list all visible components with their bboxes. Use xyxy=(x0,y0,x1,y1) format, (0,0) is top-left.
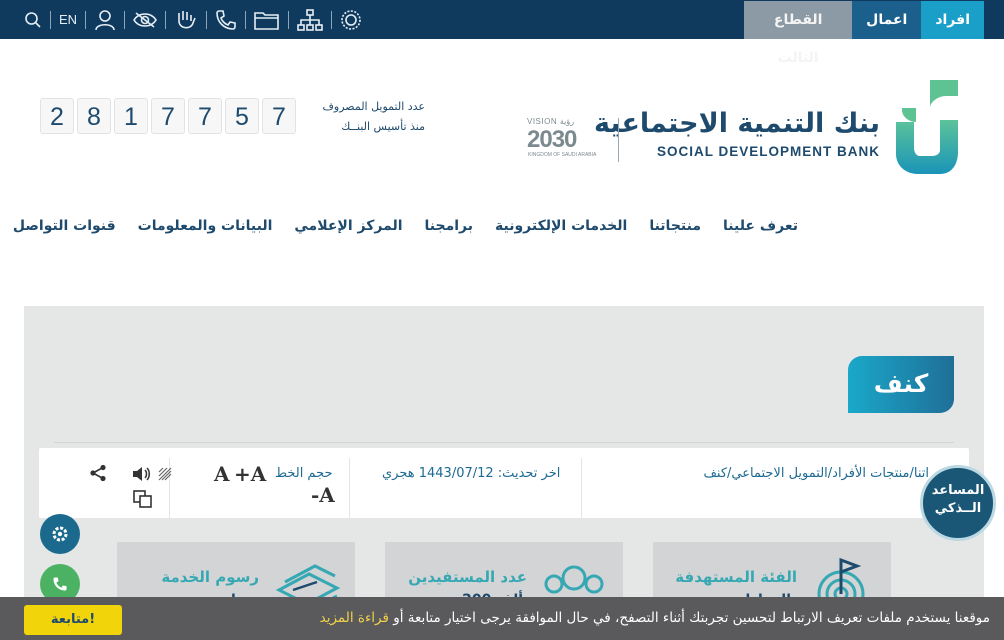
nav-contact-channels[interactable]: قنوات التواصل xyxy=(13,218,116,234)
breadcrumb[interactable]: اتنا/منتجات الأفراد/التمويل الاجتماعي/كن… xyxy=(703,466,929,481)
nav-programs[interactable]: برامجنا xyxy=(425,218,474,234)
toolbar-divider xyxy=(288,10,290,29)
counter-digit: 2 xyxy=(40,98,74,134)
tab-business[interactable]: اعمال xyxy=(852,1,922,39)
font-decrease-button[interactable]: -A xyxy=(311,483,335,507)
cookie-text: موقعنا يستخدم ملفات تعريف الارتباط لتحسي… xyxy=(393,610,990,626)
counter-digit: 1 xyxy=(114,98,148,134)
bank-name-english: SOCIAL DEVELOPMENT BANK xyxy=(656,144,880,159)
bank-name-arabic: بنك التنمية الاجتماعية xyxy=(594,108,880,139)
speaker-icon[interactable] xyxy=(131,465,151,487)
assistant-line1: المساعد xyxy=(931,483,985,498)
font-increase-button[interactable]: +A xyxy=(234,462,266,486)
counter-digit: 8 xyxy=(77,98,111,134)
gear-icon xyxy=(52,526,68,542)
main-navigation: تعرف علينا منتجاتنا الخدمات الإلكترونية … xyxy=(13,218,798,234)
financing-counter: 2 8 1 7 7 5 7 xyxy=(40,98,296,134)
toolbar-divider xyxy=(165,10,167,29)
font-reset-button[interactable]: A xyxy=(214,462,230,486)
tab-third-sector[interactable]: القطاع الثالث xyxy=(744,1,853,66)
main-content: كنف اتنا/منتجات الأفراد/التمويل الاجتماع… xyxy=(24,306,984,640)
vision-2030-logo: VISION رؤية 2030 KINGDOM OF SAUDI ARABIA xyxy=(527,117,597,163)
card-title: الفئة المستهدفة xyxy=(675,568,797,586)
toolbar-divider xyxy=(245,10,247,29)
audio-wave-icon[interactable] xyxy=(157,464,173,486)
nav-media-center[interactable]: المركز الإعلامي xyxy=(294,218,402,234)
nav-about[interactable]: تعرف علينا xyxy=(723,218,798,234)
sitemap-icon[interactable] xyxy=(297,0,323,39)
counter-digit: 5 xyxy=(225,98,259,134)
search-icon[interactable] xyxy=(24,0,42,39)
sign-language-icon[interactable] xyxy=(174,0,198,39)
bank-logo[interactable] xyxy=(894,78,960,176)
user-icon[interactable] xyxy=(94,0,116,39)
eye-off-icon[interactable] xyxy=(133,0,158,39)
counter-digit: 7 xyxy=(151,98,185,134)
nav-e-services[interactable]: الخدمات الإلكترونية xyxy=(495,218,627,234)
last-updated: اخر تحديث: 1443/07/12 هجري xyxy=(382,466,561,481)
audience-tabs: افراد اعمال القطاع الثالث xyxy=(744,1,984,66)
counter-digit: 7 xyxy=(262,98,296,134)
folder-icon[interactable] xyxy=(254,0,280,39)
vision-top-text: VISION رؤية xyxy=(527,117,575,126)
share-icon[interactable] xyxy=(89,464,107,486)
cookie-consent-bar: موقعنا يستخدم ملفات تعريف الارتباط لتحسي… xyxy=(0,597,1004,640)
page-title: كنف xyxy=(848,356,954,413)
vision-year: 2030 xyxy=(527,126,577,153)
toolbar-divider xyxy=(124,10,126,29)
cookie-accept-button[interactable]: متابعة! xyxy=(24,605,122,635)
content-divider xyxy=(54,442,954,443)
toolbar-divider xyxy=(85,10,87,29)
nav-data[interactable]: البيانات والمعلومات xyxy=(138,218,273,234)
settings-button[interactable] xyxy=(40,514,80,554)
badge-icon[interactable] xyxy=(340,0,362,39)
toolbar-divider xyxy=(331,10,333,29)
header-divider xyxy=(618,118,619,162)
card-title: عدد المستفيدين xyxy=(408,568,527,586)
info-divider xyxy=(349,458,350,518)
info-divider xyxy=(581,458,582,518)
counter-label-line2: منذ تأسيس البنــك xyxy=(341,120,425,133)
toolbar-divider xyxy=(50,10,51,29)
assistant-label: المساعد الــذكي xyxy=(920,482,996,518)
smart-assistant-button[interactable]: المساعد الــذكي xyxy=(918,462,996,542)
accessibility-toolbar: EN xyxy=(24,0,362,39)
toolbar-divider xyxy=(206,10,208,29)
card-title: رسوم الخدمة xyxy=(161,568,259,586)
counter-label-line1: عدد التمويل المصروف xyxy=(322,100,425,113)
cookie-message: موقعنا يستخدم ملفات تعريف الارتباط لتحسي… xyxy=(320,610,990,626)
page-info-bar: اتنا/منتجات الأفراد/التمويل الاجتماعي/كن… xyxy=(39,448,969,518)
vision-bottom-text: KINGDOM OF SAUDI ARABIA xyxy=(528,152,597,158)
assistant-line2: الــذكي xyxy=(934,501,982,516)
nav-products[interactable]: منتجاتنا xyxy=(649,218,701,234)
phone-icon[interactable] xyxy=(215,0,237,39)
copy-icon[interactable] xyxy=(133,490,153,512)
read-more-link[interactable]: قراءة المزيد xyxy=(320,610,389,626)
top-bar: افراد اعمال القطاع الثالث EN xyxy=(0,0,1004,66)
counter-digit: 7 xyxy=(188,98,222,134)
font-size-label: حجم الخط xyxy=(275,466,333,481)
language-toggle[interactable]: EN xyxy=(59,0,77,39)
phone-icon xyxy=(53,577,67,591)
tab-individuals[interactable]: افراد xyxy=(921,1,984,39)
